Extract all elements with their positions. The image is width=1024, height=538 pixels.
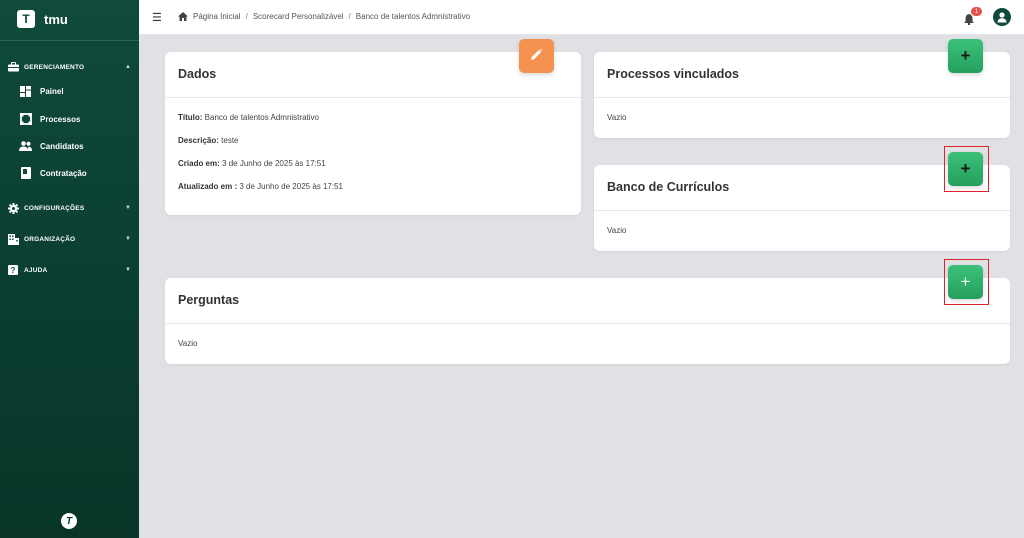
- chevron-down-icon: ▼: [125, 205, 131, 211]
- field-descricao: Descrição: teste: [178, 136, 239, 145]
- brand[interactable]: T tmu: [17, 10, 68, 28]
- sidebar-item-label: Processos: [40, 114, 81, 124]
- help-icon: ?: [7, 264, 19, 276]
- dashboard-icon: [19, 85, 32, 98]
- breadcrumb-current: Banco de talentos Admnistrativo: [355, 12, 471, 21]
- highlight-box: [944, 259, 989, 305]
- gear-icon: [7, 202, 19, 214]
- brand-logo: T: [17, 10, 35, 28]
- pencil-icon: [531, 47, 543, 65]
- sidebar-group-gerenciamento[interactable]: GERENCIAMENTO ▲: [0, 58, 139, 76]
- sidebar-group-label: AJUDA: [24, 266, 48, 274]
- edit-button[interactable]: [519, 39, 554, 73]
- add-processo-button[interactable]: +: [948, 39, 983, 73]
- process-icon: [19, 113, 32, 126]
- perguntas-title: Perguntas: [178, 293, 240, 307]
- sidebar: T tmu GERENCIAMENTO ▲ Painel Processos C…: [0, 0, 139, 538]
- dados-card: Dados Título: Banco de talentos Admnistr…: [165, 52, 581, 215]
- topbar: ☰ Página Inicial / Scorecard Personalizá…: [139, 0, 1024, 35]
- breadcrumb: Página Inicial / Scorecard Personalizáve…: [178, 12, 470, 21]
- processos-title: Processos vinculados: [607, 67, 740, 81]
- field-criado: Criado em: 3 de Junho de 2025 às 17:51: [178, 159, 326, 168]
- perguntas-card: Perguntas Vazio: [165, 278, 1010, 364]
- sidebar-item-label: Painel: [40, 86, 64, 96]
- sidebar-item-painel[interactable]: Painel: [0, 82, 139, 100]
- avatar[interactable]: [993, 8, 1011, 26]
- sidebar-group-label: CONFIGURAÇÕES: [24, 204, 85, 212]
- breadcrumb-home[interactable]: Página Inicial: [193, 12, 241, 21]
- card-separator: [165, 97, 581, 98]
- contract-icon: [19, 167, 32, 180]
- brand-name: tmu: [44, 11, 68, 27]
- plus-icon: +: [960, 46, 971, 65]
- field-atualizado: Atualizado em : 3 de Junho de 2025 às 17…: [178, 182, 344, 191]
- highlight-box: [944, 146, 989, 192]
- chevron-down-icon: ▼: [125, 236, 131, 242]
- card-separator: [594, 97, 1010, 98]
- briefcase-icon: [7, 61, 19, 73]
- curriculos-empty: Vazio: [607, 226, 627, 235]
- dados-title: Dados: [178, 67, 217, 81]
- field-titulo: Título: Banco de talentos Admnistrativo: [178, 113, 319, 122]
- breadcrumb-scorecard[interactable]: Scorecard Personalizável: [253, 12, 344, 21]
- processos-empty: Vazio: [607, 113, 627, 122]
- sidebar-item-label: Contratação: [40, 168, 87, 178]
- card-separator: [594, 210, 1010, 211]
- sidebar-group-label: GERENCIAMENTO: [24, 63, 85, 71]
- sidebar-item-label: Candidatos: [40, 141, 84, 151]
- card-separator: [165, 323, 1010, 324]
- sidebar-item-processos[interactable]: Processos: [0, 110, 139, 128]
- sidebar-item-candidatos[interactable]: Candidatos: [0, 137, 139, 155]
- sidebar-group-label: ORGANIZAÇÃO: [24, 235, 76, 243]
- sidebar-group-configuracoes[interactable]: CONFIGURAÇÕES ▼: [0, 199, 139, 217]
- menu-toggle-icon[interactable]: ☰: [152, 11, 162, 24]
- notification-badge: 1: [971, 7, 982, 16]
- curriculos-title: Banco de Currículos: [607, 180, 730, 194]
- svg-text:?: ?: [11, 266, 16, 275]
- sidebar-item-contratacao[interactable]: Contratação: [0, 164, 139, 182]
- home-icon[interactable]: [178, 12, 188, 21]
- perguntas-empty: Vazio: [178, 339, 198, 348]
- chevron-up-icon: ▲: [125, 64, 131, 70]
- footer-logo: T: [61, 513, 77, 529]
- breadcrumb-separator: /: [348, 12, 351, 21]
- sidebar-group-ajuda[interactable]: ? AJUDA ▼: [0, 261, 139, 279]
- users-icon: [19, 140, 32, 153]
- breadcrumb-separator: /: [245, 12, 248, 21]
- sidebar-group-organizacao[interactable]: ORGANIZAÇÃO ▼: [0, 230, 139, 248]
- sidebar-divider: [0, 40, 139, 41]
- chevron-down-icon: ▼: [125, 267, 131, 273]
- building-icon: [7, 233, 19, 245]
